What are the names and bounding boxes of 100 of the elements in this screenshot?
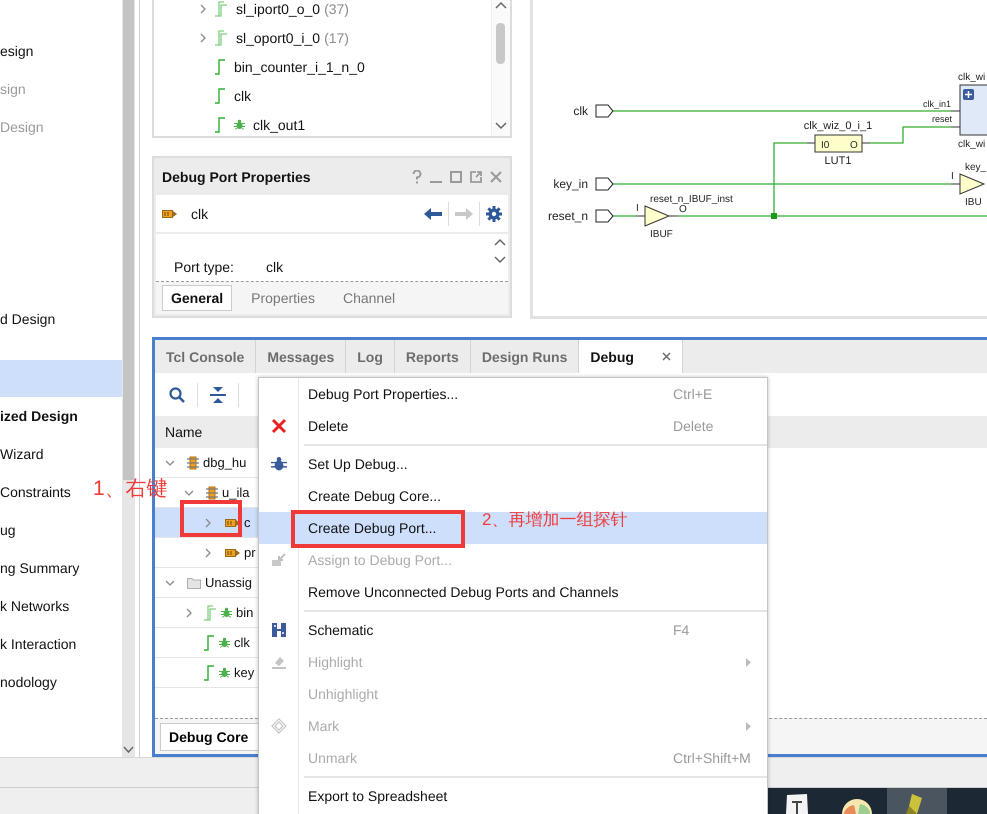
scroll-up-icon[interactable] xyxy=(495,1,507,9)
chevron-icon[interactable] xyxy=(198,4,208,14)
settings-icon[interactable] xyxy=(486,206,502,222)
chevron-icon[interactable] xyxy=(123,746,134,754)
menu-item[interactable]: Debug Port Properties... Ctrl+E xyxy=(259,378,767,410)
back-arrow-icon[interactable] xyxy=(424,208,442,220)
menu-item[interactable]: Delete Delete xyxy=(259,410,767,442)
chevron-icon[interactable] xyxy=(165,458,175,468)
collapse-all-icon[interactable] xyxy=(210,386,226,404)
navigator-item[interactable]: ng Summary xyxy=(0,549,80,587)
navigator-item[interactable]: k Interaction xyxy=(0,625,76,663)
navigator-item[interactable]: k Networks xyxy=(0,587,70,625)
scroll-thumb[interactable] xyxy=(123,0,134,480)
column-header[interactable]: Name xyxy=(165,424,202,440)
scrollbar[interactable] xyxy=(491,0,510,136)
section-heading: ized Design xyxy=(0,407,79,426)
navigator-item[interactable]: d Design xyxy=(0,300,56,338)
marker-icon xyxy=(270,654,286,670)
menu-item[interactable]: Schematic F4 xyxy=(259,614,767,646)
cell-name: reset_n_IBUF_inst xyxy=(650,194,733,205)
navigator-item[interactable]: Wizard xyxy=(0,435,44,473)
chevron-icon[interactable] xyxy=(198,32,208,42)
tree-row[interactable]: clk_out1 xyxy=(154,110,491,136)
float-icon[interactable] xyxy=(470,170,482,183)
net-icon xyxy=(214,58,226,74)
pin-label: I xyxy=(636,203,639,214)
menu-item[interactable]: Set Up Debug... xyxy=(259,448,767,480)
bug-icon xyxy=(221,607,232,618)
field-value: clk xyxy=(266,259,284,275)
port-icon xyxy=(162,208,177,219)
pin-label: clk_in1 xyxy=(922,99,951,109)
net-name: sl_oport0_i_0 xyxy=(236,30,320,46)
tab[interactable]: Messages xyxy=(256,340,346,373)
close-icon[interactable] xyxy=(490,170,502,183)
scroll-down-icon[interactable] xyxy=(494,256,506,264)
chip-icon xyxy=(206,486,218,500)
chevron-icon[interactable] xyxy=(184,608,194,618)
tree-row[interactable]: sl_iport0_o_0 (37) xyxy=(154,0,491,23)
bus-icon xyxy=(214,30,228,46)
cell-type: clk_wi xyxy=(958,139,986,150)
expand-icon[interactable] xyxy=(963,89,974,100)
port-symbol[interactable] xyxy=(596,178,614,190)
node-name: key xyxy=(234,665,254,680)
help-icon[interactable] xyxy=(412,170,422,184)
navigator-item[interactable]: ug xyxy=(0,511,16,549)
search-icon[interactable] xyxy=(169,386,185,402)
tab[interactable]: Log xyxy=(346,340,395,373)
chevron-icon[interactable] xyxy=(203,548,213,558)
navigator-item[interactable]: esign xyxy=(0,32,34,70)
chevron-icon[interactable] xyxy=(165,578,175,588)
bug-icon xyxy=(219,637,230,648)
highlight-frame xyxy=(180,500,242,537)
menu-item[interactable]: Create Debug Core... xyxy=(259,480,767,512)
port-symbol[interactable] xyxy=(596,210,614,222)
cell-name: clk_wiz_0_i_1 xyxy=(804,120,872,132)
net-name: clk xyxy=(234,88,252,104)
chevron-icon[interactable] xyxy=(203,518,213,528)
cross-icon xyxy=(270,418,286,434)
bug-icon xyxy=(270,456,286,472)
tab[interactable]: Properties xyxy=(242,285,324,311)
scroll-thumb[interactable] xyxy=(496,23,505,64)
object-name: clk xyxy=(191,206,210,222)
net-name: bin_counter_i_1_n_0 xyxy=(234,58,365,74)
menu-item[interactable]: Remove Unconnected Debug Ports and Channels xyxy=(259,576,767,608)
box-arrow-icon xyxy=(270,552,286,568)
tree-row[interactable]: sl_oport0_i_0 (17) xyxy=(154,23,491,52)
tab[interactable]: Tcl Console xyxy=(155,340,256,373)
maximize-icon[interactable] xyxy=(450,170,462,183)
tree-row[interactable]: clk xyxy=(154,81,491,110)
node-name: dbg_hu xyxy=(203,455,246,470)
node-name: c xyxy=(244,515,250,530)
tree-row[interactable]: bin_counter_i_1_n_0 xyxy=(154,52,491,81)
scroll-up-icon[interactable] xyxy=(494,238,506,246)
panel-title: Debug Port Properties xyxy=(162,168,311,185)
scroll-down-icon[interactable] xyxy=(495,122,507,130)
tab[interactable]: Channel xyxy=(334,285,404,311)
close-icon[interactable] xyxy=(662,352,671,361)
port-label: reset_n xyxy=(548,209,588,223)
buffer-symbol xyxy=(950,173,986,195)
field-label: Port type: xyxy=(174,259,235,275)
net-icon xyxy=(214,88,226,104)
port-symbol[interactable] xyxy=(596,104,614,118)
cell-name: key_ xyxy=(965,162,986,173)
bus-icon xyxy=(203,604,217,620)
tab[interactable]: Debug xyxy=(579,340,683,373)
navigator-item[interactable]: nodology xyxy=(0,663,57,701)
tab[interactable]: Reports xyxy=(394,340,471,373)
port-icon xyxy=(225,548,240,558)
tab[interactable]: General xyxy=(162,285,232,311)
net-icon xyxy=(214,116,226,132)
pin-label: O xyxy=(679,204,687,215)
cell-type: IBUF xyxy=(650,229,673,240)
pin-label: reset xyxy=(932,114,952,124)
chevron-icon[interactable] xyxy=(184,488,194,498)
app-icon[interactable] xyxy=(784,793,810,814)
navigator-item[interactable]: Constraints xyxy=(0,473,71,511)
node-name: u_ila xyxy=(222,485,250,500)
menu-item[interactable]: Export to Spreadsheet xyxy=(259,780,767,812)
port-icon xyxy=(225,518,240,528)
pin-label: I xyxy=(951,171,954,182)
